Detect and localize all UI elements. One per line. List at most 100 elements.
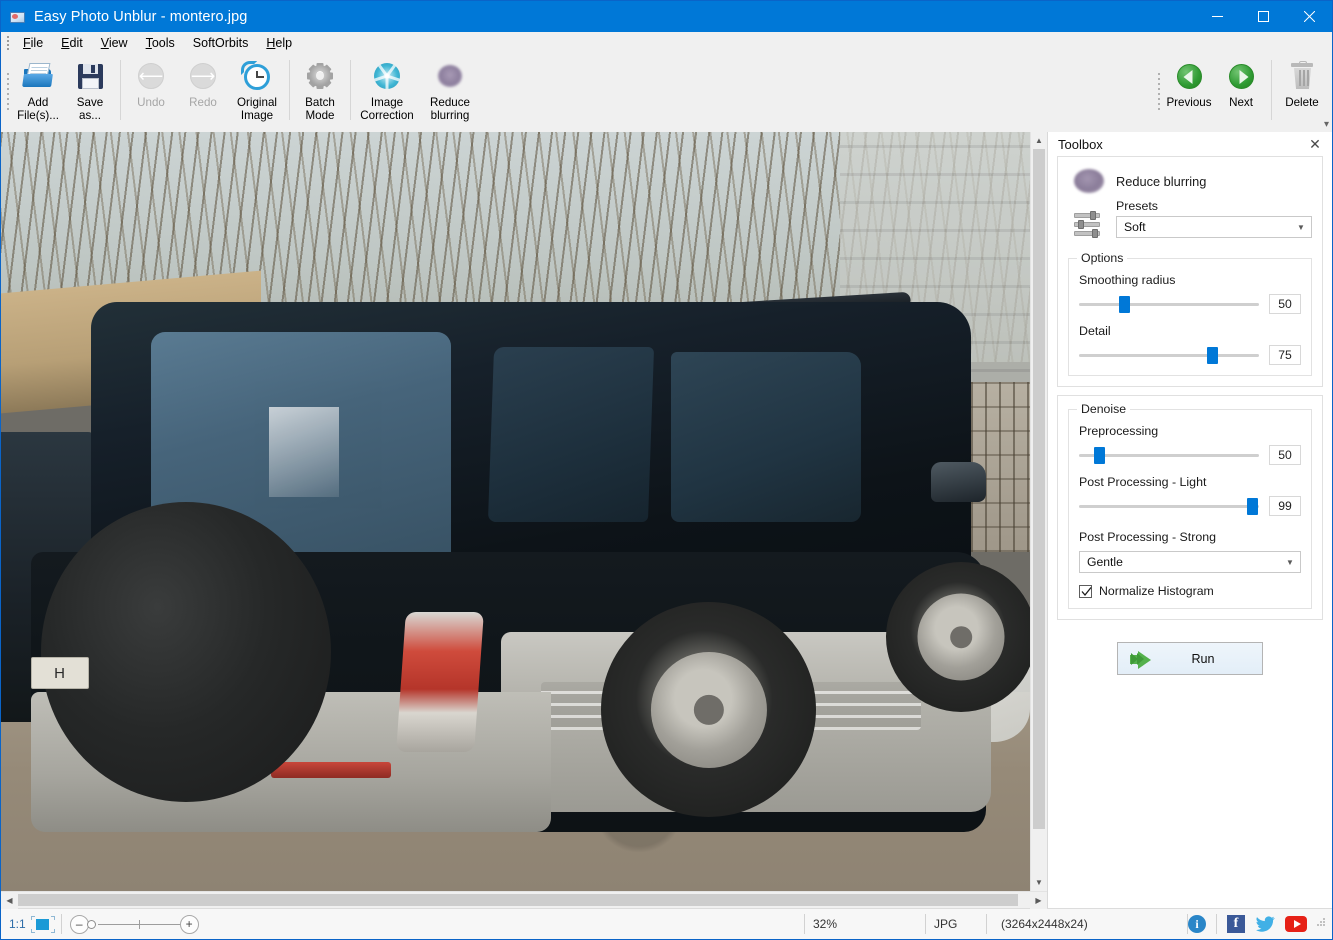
youtube-icon[interactable] [1285, 916, 1307, 932]
green-arrow-icon [1130, 650, 1160, 669]
menu-bar: File Edit View Tools SoftOrbits Help [1, 32, 1332, 54]
next-button[interactable]: Next [1215, 54, 1267, 122]
vertical-scroll-thumb[interactable] [1033, 149, 1045, 829]
detail-label: Detail [1079, 324, 1111, 338]
clock-history-icon [241, 60, 273, 92]
toolbar-separator-3 [350, 60, 351, 120]
menu-view[interactable]: View [92, 33, 137, 54]
save-as-label-2: as... [79, 109, 101, 122]
menu-help[interactable]: Help [257, 33, 301, 54]
photo-preview[interactable]: Н [1, 132, 1030, 891]
smoothing-radius-thumb[interactable] [1119, 296, 1130, 313]
post-processing-light-slider[interactable] [1079, 497, 1259, 515]
toolbox-close-icon[interactable]: ✕ [1306, 135, 1324, 153]
zoom-slider-knob[interactable] [86, 919, 96, 929]
zoom-in-button[interactable]: + [179, 914, 199, 934]
menu-edit[interactable]: Edit [52, 33, 92, 54]
presets-row: Presets Soft ▼ [1068, 199, 1312, 243]
smoothing-radius-label: Smoothing radius [1079, 273, 1176, 287]
status-social-icons: i f [1188, 914, 1313, 934]
add-files-label-2: File(s)... [17, 109, 59, 122]
batch-mode-button[interactable]: Batch Mode [294, 54, 346, 122]
smoothing-radius-slider[interactable] [1079, 295, 1259, 313]
redo-arrow-icon: ⟶ [187, 60, 219, 92]
run-button[interactable]: Run [1117, 642, 1263, 675]
fit-to-window-icon[interactable] [30, 915, 55, 933]
smoothing-radius-block: Smoothing radius 50 [1079, 273, 1301, 314]
next-label: Next [1229, 96, 1253, 109]
post-processing-strong-select[interactable]: Gentle ▼ [1079, 551, 1301, 573]
post-processing-light-thumb[interactable] [1246, 498, 1258, 515]
image-correction-label-1: Image [370, 96, 404, 109]
preprocessing-value[interactable]: 50 [1269, 445, 1301, 465]
presets-value: Soft [1124, 220, 1146, 234]
denoise-panel: Denoise Preprocessing 50 Post Processing… [1057, 395, 1323, 620]
normalize-histogram-label: Normalize Histogram [1099, 584, 1214, 598]
window-title: Easy Photo Unblur - montero.jpg [34, 8, 248, 25]
preprocessing-block: Preprocessing 50 [1079, 424, 1301, 465]
original-image-button[interactable]: Original Image [229, 54, 285, 122]
preprocessing-label: Preprocessing [1079, 424, 1159, 438]
zoom-slider-track[interactable] [97, 919, 180, 929]
menu-tools[interactable]: Tools [137, 33, 184, 54]
preprocessing-slider[interactable] [1079, 446, 1259, 464]
preprocessing-thumb[interactable] [1093, 447, 1105, 464]
previous-button[interactable]: Previous [1163, 54, 1215, 122]
zoom-slider[interactable]: – + [62, 914, 199, 934]
twitter-icon[interactable] [1255, 915, 1275, 933]
trash-icon [1286, 60, 1318, 92]
maximize-button[interactable] [1240, 1, 1286, 32]
presets-select[interactable]: Soft ▼ [1116, 216, 1312, 238]
post-processing-light-value[interactable]: 99 [1269, 496, 1301, 516]
photo-spare-wheel [41, 502, 331, 802]
horizontal-scroll-thumb[interactable] [18, 894, 1018, 906]
toolbar-right-grip-icon [1155, 57, 1163, 125]
main-area: Н ▲ ▼ ◀ ▶ Toolbox ✕ Reduce blurring Pres… [1, 132, 1332, 909]
toolbox-title: Toolbox [1058, 136, 1103, 152]
original-image-label-1: Original [237, 96, 277, 109]
vertical-scroll-track[interactable] [1031, 149, 1047, 874]
chevron-down-icon: ▼ [1286, 557, 1294, 567]
smoothing-radius-value[interactable]: 50 [1269, 294, 1301, 314]
redo-button[interactable]: ⟶ Redo [177, 54, 229, 122]
vertical-scrollbar[interactable]: ▲ ▼ [1030, 132, 1047, 891]
menu-file[interactable]: File [14, 33, 52, 54]
post-processing-strong-block: Post Processing - Strong Gentle ▼ [1079, 530, 1301, 573]
image-dimensions-value: (3264x2448x24) [1001, 917, 1088, 931]
horizontal-scroll-track[interactable] [18, 892, 1030, 908]
detail-value[interactable]: 75 [1269, 345, 1301, 365]
effect-name: Reduce blurring [1116, 173, 1207, 189]
sliders-icon [1072, 209, 1106, 243]
info-icon[interactable]: i [1188, 915, 1206, 933]
normalize-histogram-row[interactable]: Normalize Histogram [1079, 584, 1301, 598]
facebook-icon[interactable]: f [1227, 915, 1245, 933]
undo-button[interactable]: ⟵ Undo [125, 54, 177, 122]
reduce-blurring-button[interactable]: Reduce blurring [419, 54, 481, 122]
delete-button[interactable]: Delete [1276, 54, 1328, 122]
save-as-button[interactable]: Save as... [64, 54, 116, 122]
menu-grip-icon [3, 35, 12, 51]
normalize-histogram-checkbox[interactable] [1079, 584, 1092, 598]
minimize-button[interactable] [1194, 1, 1240, 32]
scroll-up-button[interactable]: ▲ [1031, 132, 1047, 149]
scroll-left-button[interactable]: ◀ [1, 892, 18, 909]
app-icon [10, 9, 26, 25]
scroll-down-button[interactable]: ▼ [1031, 874, 1047, 891]
zoom-out-button[interactable]: – [69, 914, 89, 934]
detail-slider[interactable] [1079, 346, 1259, 364]
add-files-button[interactable]: Add File(s)... [12, 54, 64, 122]
toolbox-header: Toolbox ✕ [1048, 132, 1332, 156]
detail-thumb[interactable] [1207, 347, 1219, 364]
horizontal-scrollbar[interactable]: ◀ ▶ [1, 891, 1047, 909]
add-files-icon [22, 60, 54, 92]
image-correction-button[interactable]: Image Correction [355, 54, 419, 122]
toolbox-panel: Toolbox ✕ Reduce blurring Presets Soft ▼… [1047, 132, 1332, 908]
close-button[interactable] [1286, 1, 1332, 32]
gear-icon [304, 60, 336, 92]
image-canvas-area: Н ▲ ▼ ◀ ▶ [1, 132, 1047, 909]
zoom-ratio-label[interactable]: 1:1 [1, 917, 31, 931]
menu-softorbits[interactable]: SoftOrbits [184, 33, 258, 54]
previous-arrow-icon [1173, 60, 1205, 92]
scroll-right-button[interactable]: ▶ [1030, 892, 1047, 909]
resize-grip-icon[interactable] [1317, 918, 1329, 930]
